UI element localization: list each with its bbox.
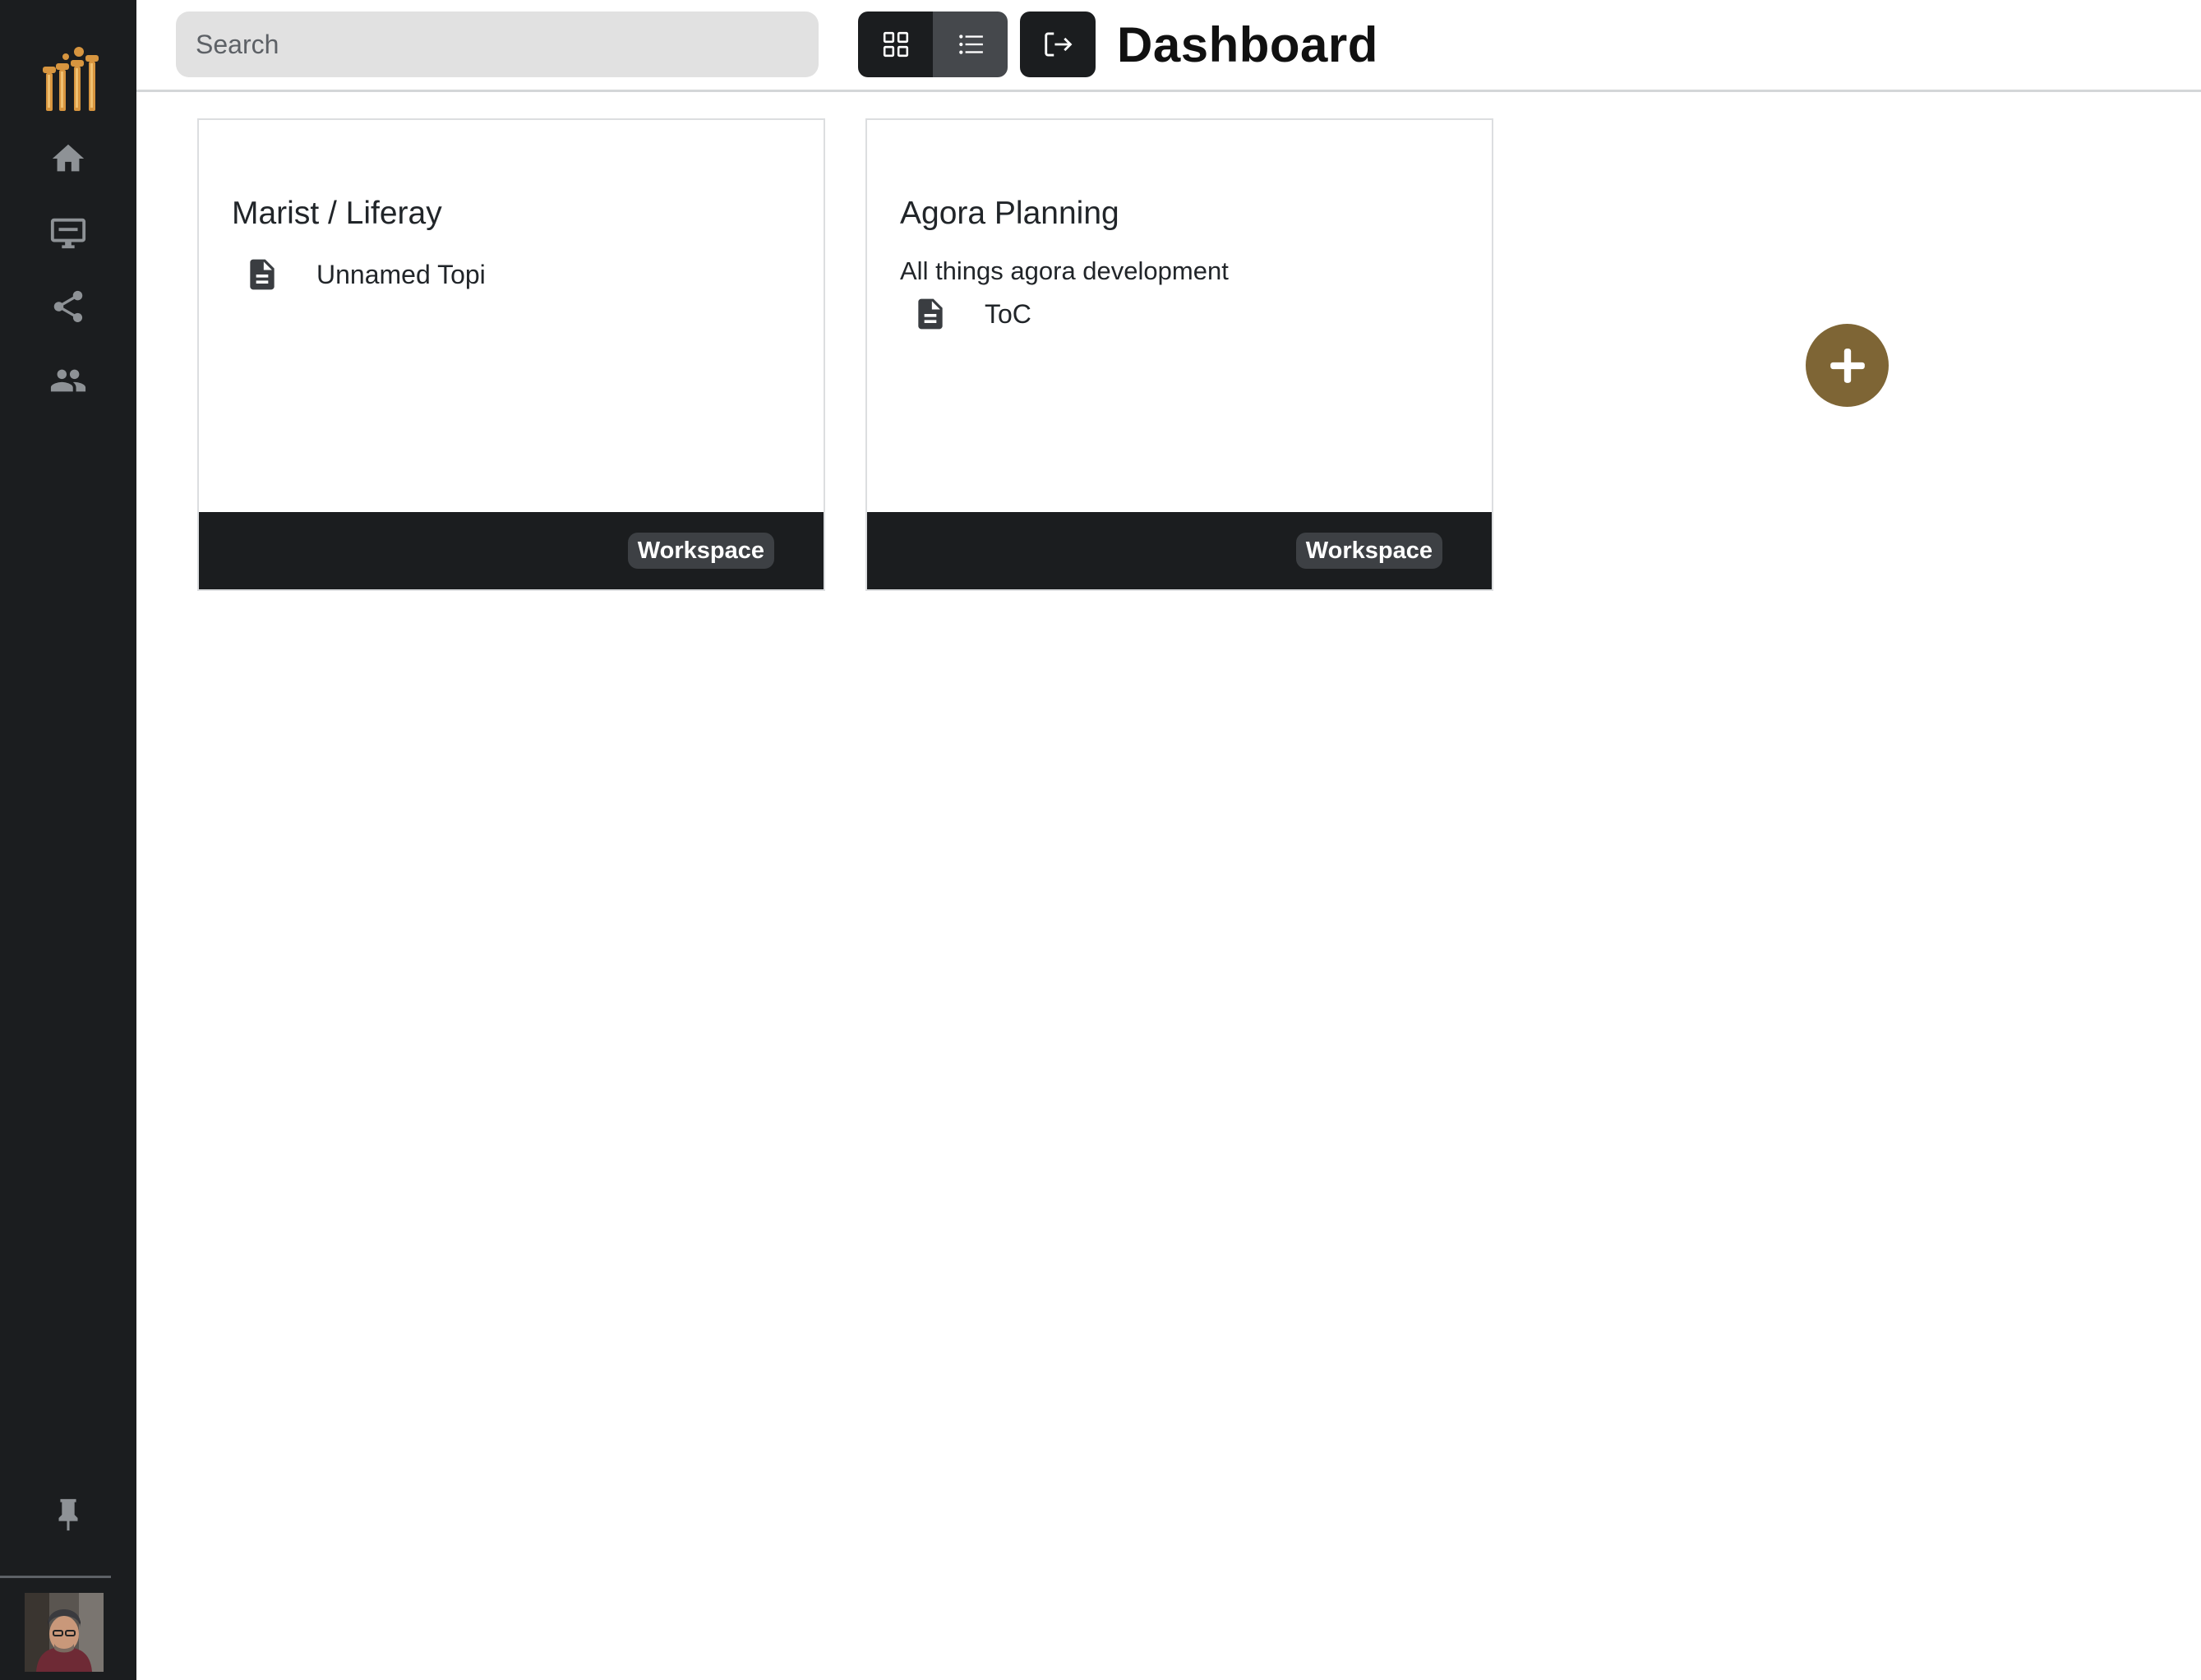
- grid-view-icon: [883, 31, 908, 58]
- add-workspace-button[interactable]: [1806, 324, 1889, 407]
- top-bar: Dashboard: [136, 0, 2201, 92]
- card-title: Agora Planning: [900, 196, 1119, 231]
- card-item-label: ToC: [985, 298, 1031, 329]
- card-footer: Workspace: [867, 512, 1492, 589]
- card-title: Marist / Liferay: [232, 196, 442, 231]
- sidebar-item-home[interactable]: [45, 136, 91, 182]
- workspace-badge: Workspace: [627, 533, 774, 569]
- logout-icon: [1045, 32, 1073, 57]
- page-title: Dashboard: [1117, 17, 1378, 72]
- sidebar-item-monitor[interactable]: [45, 210, 91, 256]
- search-input[interactable]: [176, 12, 819, 77]
- home-icon: [52, 144, 85, 172]
- user-avatar[interactable]: [25, 1593, 104, 1672]
- sidebar-item-people[interactable]: [45, 358, 91, 404]
- list-view-icon: [958, 35, 983, 54]
- card-item-topic[interactable]: Unnamed Topi: [244, 256, 486, 293]
- sidebar-divider: [0, 1576, 111, 1578]
- workspace-card[interactable]: Marist / Liferay Unnamed Topi Workspace: [197, 118, 825, 591]
- monitor-icon: [50, 218, 86, 249]
- grid-view-button[interactable]: [858, 12, 933, 77]
- card-item-label: Unnamed Topi: [316, 259, 486, 289]
- workspace-badge: Workspace: [1295, 533, 1442, 569]
- share-icon: [53, 290, 83, 323]
- people-icon: [50, 369, 86, 392]
- view-toggle: [858, 12, 1008, 77]
- app-logo[interactable]: [41, 45, 105, 113]
- document-icon: [250, 259, 275, 290]
- sidebar-item-share[interactable]: [45, 284, 91, 330]
- pin-icon: [58, 1498, 78, 1531]
- workspace-card[interactable]: Agora Planning All things agora developm…: [865, 118, 1493, 591]
- logout-button[interactable]: [1020, 12, 1096, 77]
- card-footer: Workspace: [199, 512, 824, 589]
- pin-button[interactable]: [45, 1492, 91, 1538]
- document-icon: [918, 298, 943, 330]
- sidebar: [0, 0, 136, 1680]
- list-view-button[interactable]: [933, 12, 1008, 77]
- card-description: All things agora development: [900, 256, 1229, 285]
- card-item-topic[interactable]: ToC: [912, 296, 1031, 332]
- plus-icon: [1830, 348, 1865, 383]
